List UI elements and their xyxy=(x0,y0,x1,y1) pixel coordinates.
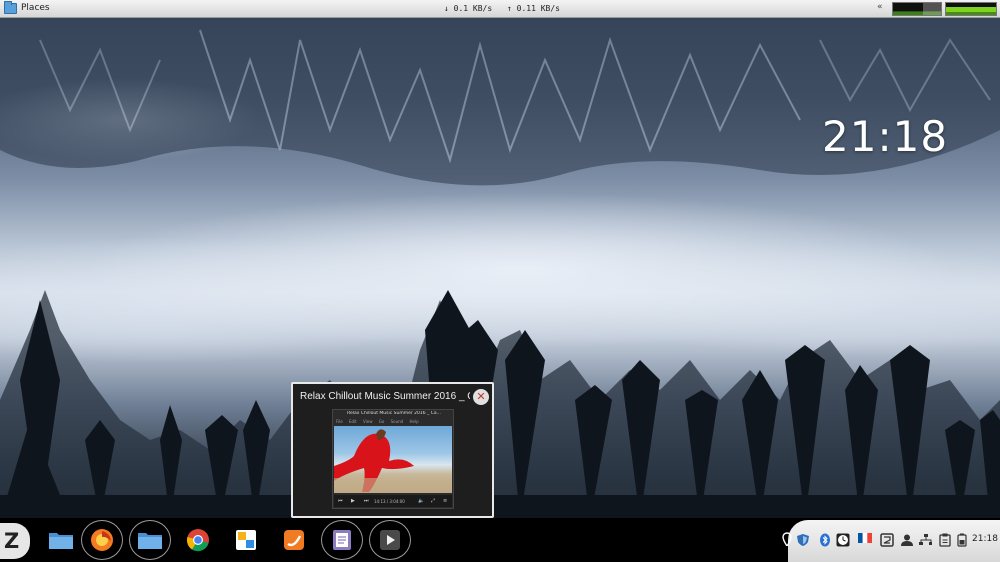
clock-icon[interactable] xyxy=(836,533,850,547)
user-icon[interactable] xyxy=(900,533,914,547)
french-flag-icon[interactable] xyxy=(858,533,872,547)
firefox-icon xyxy=(91,529,113,551)
clipboard-icon[interactable] xyxy=(938,533,952,547)
top-panel: Places ↓ 0.1 KB/s ↑ 0.11 KB/s « xyxy=(0,0,1000,18)
desktop-clock: 21:18 xyxy=(822,112,949,161)
battery-icon[interactable] xyxy=(956,533,970,547)
media-player-icon xyxy=(380,530,400,550)
thumbnail-title: Relax Chillout Music Summer 2016 _ Ca... xyxy=(347,411,441,416)
video-frame-image xyxy=(334,429,452,493)
thumbnail-menu: File Edit View Go Sound Help xyxy=(336,419,424,424)
gallery-icon xyxy=(236,530,256,550)
dock-item-media-player[interactable] xyxy=(369,520,411,560)
cpu-monitor-graph xyxy=(892,2,942,16)
upload-speed: ↑ 0.11 KB/s xyxy=(507,4,560,13)
dock-item-firefox[interactable] xyxy=(81,520,123,560)
dock-item-file-manager[interactable] xyxy=(129,520,171,560)
desktop-wallpaper xyxy=(0,0,1000,562)
menu-icon: ≡ xyxy=(443,498,448,504)
thumbnail-menu-item: Edit xyxy=(348,419,357,424)
box-icon[interactable] xyxy=(880,533,894,547)
memory-monitor-graph xyxy=(945,2,997,16)
dock-item-text-editor[interactable] xyxy=(321,520,363,560)
location-icon[interactable] xyxy=(781,532,795,546)
tray-clock[interactable]: 21:18 xyxy=(972,534,998,544)
folder-icon xyxy=(138,533,162,549)
system-tray: 21:18 xyxy=(782,520,1000,562)
close-icon[interactable]: ✕ xyxy=(473,389,489,405)
places-menu[interactable]: Places xyxy=(21,3,50,13)
media-time: 14:13 / 3:04:00 xyxy=(374,499,405,504)
window-preview[interactable]: Relax Chillout Music Summer 2016 _ Caf..… xyxy=(291,382,494,518)
folder-icon xyxy=(49,533,73,549)
shield-icon[interactable] xyxy=(796,533,810,547)
video-frame xyxy=(334,426,452,493)
dock-item-files[interactable] xyxy=(40,520,82,560)
zorin-menu-button[interactable]: Z xyxy=(0,523,30,559)
network-icon[interactable] xyxy=(918,533,932,547)
wallpaper-scene xyxy=(0,18,1000,562)
thumbnail-menu-item: File xyxy=(336,419,343,424)
volume-icon: 🔈 xyxy=(418,498,425,504)
bluetooth-icon[interactable] xyxy=(818,533,832,547)
text-editor-icon xyxy=(333,530,351,550)
dock-item-chrome[interactable] xyxy=(177,520,219,560)
previous-icon: ⏮ xyxy=(338,498,343,504)
play-icon: ▶ xyxy=(351,498,355,504)
download-speed: ↓ 0.1 KB/s xyxy=(444,4,493,13)
dock-item-gallery[interactable] xyxy=(225,520,267,560)
orange-app-icon xyxy=(284,530,304,550)
chrome-icon xyxy=(186,529,209,552)
window-thumbnail[interactable]: Relax Chillout Music Summer 2016 _ Ca...… xyxy=(332,409,454,509)
zorin-logo-icon: Z xyxy=(4,529,20,553)
window-preview-title: Relax Chillout Music Summer 2016 _ Caf..… xyxy=(300,391,470,402)
folder-icon[interactable] xyxy=(4,1,17,14)
thumbnail-menu-item: View xyxy=(363,419,373,424)
thumbnail-menu-item: Help xyxy=(409,419,419,424)
thumbnail-menu-item: Sound xyxy=(390,419,404,424)
fullscreen-icon: ⤢ xyxy=(431,498,436,504)
media-controls: ⏮ ▶ ⏭ 14:13 / 3:04:00 🔈 ⤢ ≡ xyxy=(334,495,452,507)
next-icon: ⏭ xyxy=(364,498,369,504)
network-speed-monitor: ↓ 0.1 KB/s ↑ 0.11 KB/s xyxy=(444,4,570,13)
panel-overflow-arrow[interactable]: « xyxy=(877,2,883,12)
thumbnail-menu-item: Go xyxy=(378,419,385,424)
dock-item-app[interactable] xyxy=(273,520,315,560)
